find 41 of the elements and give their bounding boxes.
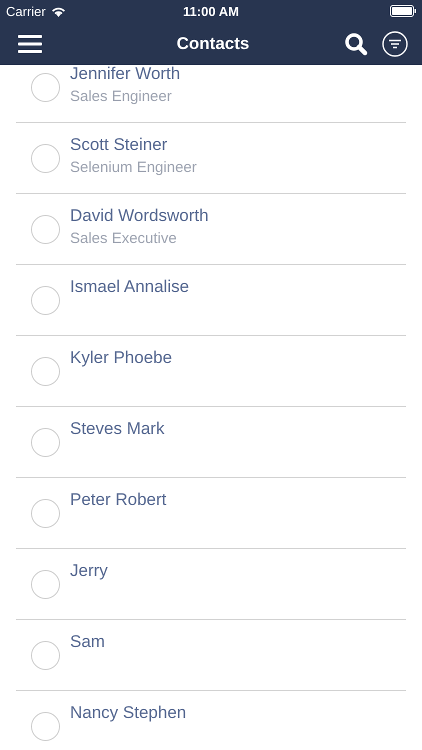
selection-circle[interactable] [31, 144, 60, 173]
contact-title: Sales Engineer [70, 87, 173, 107]
screen-title: Contacts [176, 34, 250, 54]
selection-circle[interactable] [31, 357, 60, 386]
contact-name: Peter Robert [70, 490, 166, 510]
contact-name: Kyler Phoebe [70, 348, 172, 368]
contact-row[interactable]: Ismael Annalise [16, 265, 406, 336]
selection-circle[interactable] [31, 712, 60, 741]
contact-name: David Wordsworth [70, 206, 209, 226]
contact-title: Selenium Engineer [70, 158, 197, 178]
contact-row[interactable]: David Wordsworth Sales Executive [16, 194, 406, 265]
contact-row[interactable]: Scott Steiner Selenium Engineer [16, 123, 406, 194]
contact-name: Sam [70, 632, 105, 652]
contact-name: Ismael Annalise [70, 277, 190, 297]
selection-circle[interactable] [31, 499, 60, 528]
search-button[interactable] [344, 32, 368, 56]
wifi-icon [50, 6, 66, 16]
contact-name: Steves Mark [70, 419, 164, 439]
selection-circle[interactable] [31, 428, 60, 457]
contact-row[interactable]: Nancy Stephen [16, 691, 406, 750]
contact-row[interactable]: Kyler Phoebe [16, 336, 406, 407]
contact-row[interactable]: Jennifer Worth Sales Engineer [16, 65, 406, 123]
carrier-label: Carrier [6, 4, 46, 18]
contact-name: Scott Steiner [70, 135, 168, 155]
selection-circle[interactable] [31, 641, 60, 670]
contact-name: Jerry [70, 561, 108, 581]
selection-circle[interactable] [31, 215, 60, 244]
contact-title: Sales Executive [70, 229, 178, 249]
contact-name: Nancy Stephen [70, 703, 186, 723]
selection-circle[interactable] [31, 73, 60, 102]
contact-row[interactable]: Peter Robert [16, 478, 406, 549]
contact-row[interactable]: Sam [16, 620, 406, 691]
battery-icon [390, 5, 416, 17]
contact-row[interactable]: Jerry [16, 549, 406, 620]
selection-circle[interactable] [31, 286, 60, 315]
contact-row[interactable]: Steves Mark [16, 407, 406, 478]
filter-button[interactable] [382, 30, 408, 56]
contact-name: Jennifer Worth [70, 65, 180, 84]
menu-button[interactable] [18, 34, 42, 54]
selection-circle[interactable] [31, 570, 60, 599]
clock-time: 11:00 AM [183, 4, 239, 18]
